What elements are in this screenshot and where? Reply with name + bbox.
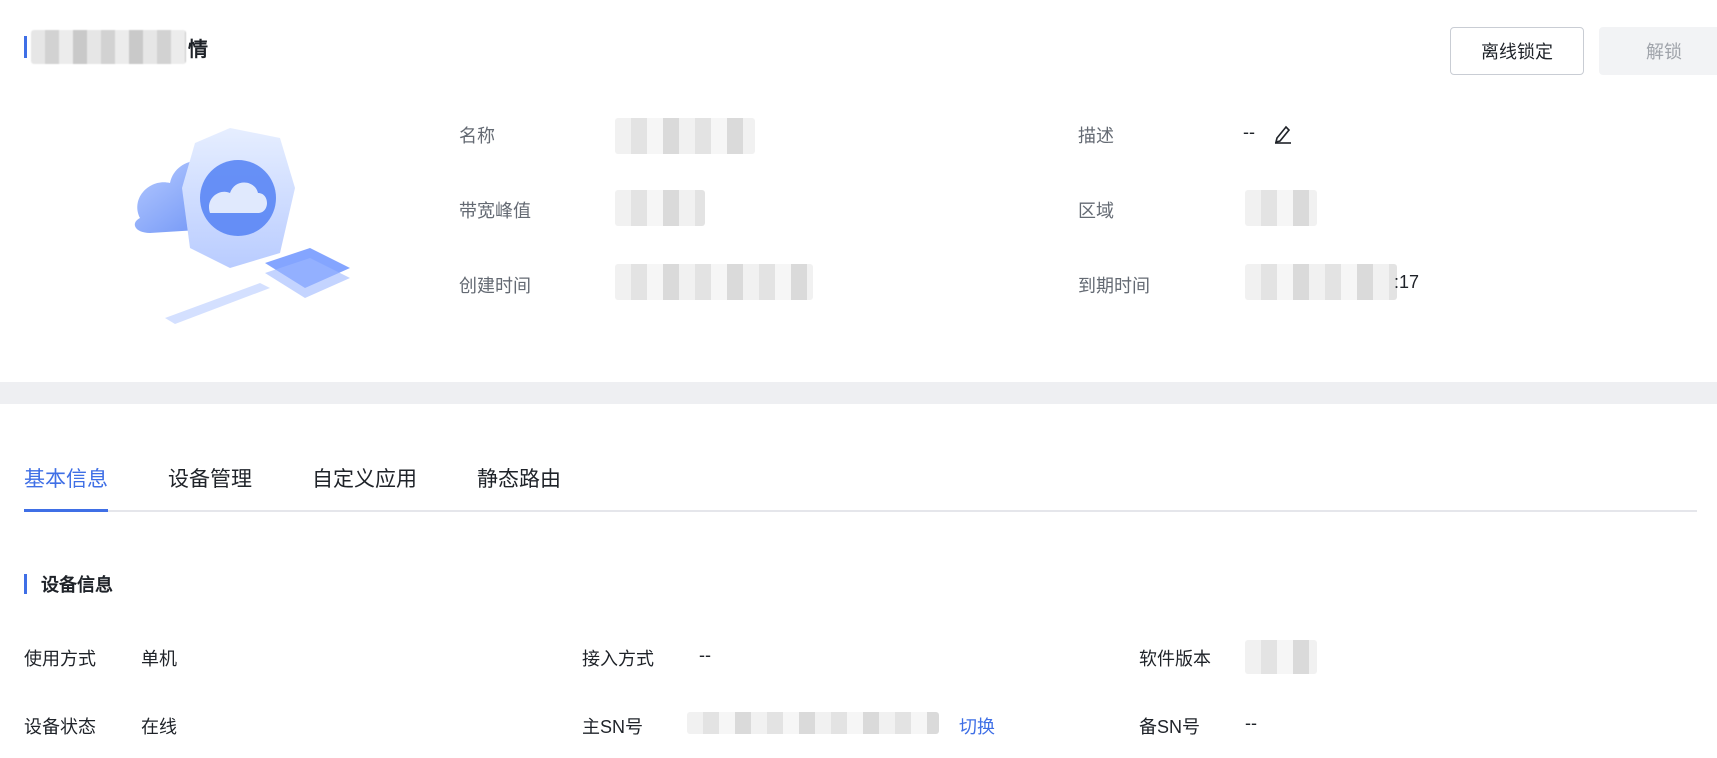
usage-mode-label: 使用方式 (24, 649, 96, 669)
expire-time-tail: :17 (1394, 272, 1420, 292)
expire-time-label: 到期时间 (1078, 276, 1150, 296)
switch-link[interactable]: 切换 (959, 713, 995, 739)
device-status-value: 在线 (141, 717, 177, 737)
software-version-label: 软件版本 (1139, 649, 1211, 669)
section-divider (0, 382, 1717, 404)
backup-sn-value: -- (1245, 713, 1257, 733)
bandwidth-label: 带宽峰值 (459, 201, 531, 221)
region-label: 区域 (1078, 201, 1114, 221)
name-label: 名称 (459, 126, 495, 146)
main-sn-redacted (687, 712, 939, 734)
cloud-device-illustration (134, 128, 350, 324)
tab-device-management[interactable]: 设备管理 (168, 460, 252, 510)
device-summary-panel: 情 离线锁定 解锁 名称 带宽峰值 创建时间 描述 -- 区域 到期时间:17 (0, 0, 1717, 380)
access-mode-label: 接入方式 (582, 649, 654, 669)
tab-basic-info[interactable]: 基本信息 (24, 460, 108, 512)
bandwidth-value-redacted (615, 190, 705, 226)
description-value: -- (1243, 122, 1255, 142)
device-status-label: 设备状态 (24, 717, 96, 737)
unlock-button[interactable]: 解锁 (1599, 27, 1717, 75)
tab-custom-app[interactable]: 自定义应用 (312, 460, 417, 510)
title-accent-bar (24, 36, 27, 58)
offline-lock-button[interactable]: 离线锁定 (1450, 27, 1584, 75)
description-label: 描述 (1078, 126, 1114, 146)
page-title-redacted (31, 30, 186, 64)
name-value-redacted (615, 118, 755, 154)
created-time-label: 创建时间 (459, 276, 531, 296)
page-title: 情 (24, 30, 208, 64)
section-accent-bar (24, 574, 27, 594)
created-time-redacted (615, 264, 813, 300)
backup-sn-label: 备SN号 (1139, 717, 1201, 737)
expire-time-redacted (1245, 264, 1397, 300)
software-version-redacted (1245, 640, 1317, 674)
device-info-section-title: 设备信息 (24, 572, 113, 596)
main-sn-label: 主SN号 (582, 717, 644, 737)
access-mode-value: -- (699, 645, 711, 665)
detail-tabs: 基本信息 设备管理 自定义应用 静态路由 (24, 460, 1697, 512)
region-value-redacted (1245, 190, 1317, 226)
edit-icon[interactable] (1272, 122, 1294, 144)
page-title-tail: 情 (188, 38, 208, 61)
tab-static-route[interactable]: 静态路由 (477, 460, 561, 510)
usage-mode-value: 单机 (141, 649, 177, 669)
section-title-text: 设备信息 (41, 575, 113, 595)
